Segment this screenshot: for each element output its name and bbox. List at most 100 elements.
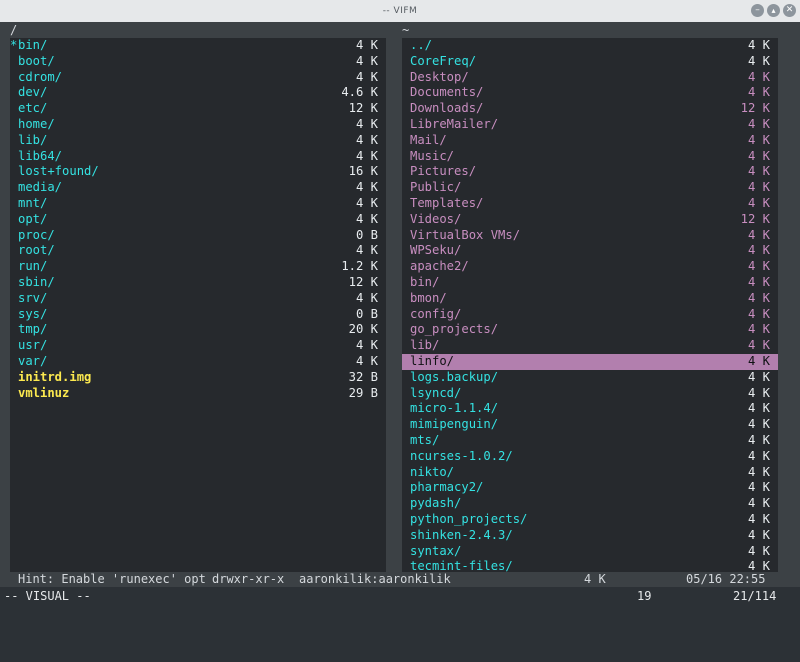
file-name: LibreMailer/ [410,116,499,131]
file-entry[interactable]: Public/4 K [402,180,778,196]
file-entry[interactable]: nikto/4 K [402,465,778,481]
file-entry[interactable]: Music/4 K [402,149,778,165]
file-entry[interactable]: home/4 K [10,117,386,133]
file-size: 4 K [355,148,378,163]
file-entry[interactable]: lsyncd/4 K [402,386,778,402]
file-entry[interactable]: vmlinuz 29 B [10,386,386,402]
file-entry[interactable]: mimipenguin/4 K [402,417,778,433]
file-entry[interactable]: srv/4 K [10,291,386,307]
file-entry[interactable]: VirtualBox VMs/4 K [402,228,778,244]
file-entry[interactable]: usr/4 K [10,338,386,354]
file-entry[interactable]: root/4 K [10,243,386,259]
file-size: 4 K [747,38,770,52]
file-name: nikto/ [410,464,455,479]
file-size: 4 K [747,401,770,416]
file-entry[interactable]: Templates/4 K [402,196,778,212]
file-size: 4 K [747,496,770,511]
file-entry[interactable]: LibreMailer/4 K [402,117,778,133]
left-file-pane[interactable]: * bin/4 Kboot/4 Kcdrom/4 Kdev/4.6 Ketc/12… [10,38,386,572]
file-entry[interactable]: run/1.2 K [10,259,386,275]
file-entry[interactable]: cdrom/4 K [10,70,386,86]
file-entry[interactable]: media/4 K [10,180,386,196]
file-entry[interactable]: tecmint-files/4 K [402,559,778,572]
file-name: pydash/ [410,496,462,511]
file-entry[interactable]: Documents/4 K [402,85,778,101]
file-entry[interactable]: python_projects/4 K [402,512,778,528]
file-size: 4 K [747,559,770,572]
file-name: micro-1.1.4/ [410,401,499,416]
file-name: tmp/ [18,322,48,337]
file-entry[interactable]: pharmacy2/4 K [402,480,778,496]
file-entry[interactable]: Mail/4 K [402,133,778,149]
file-entry[interactable]: bin/4 K [402,275,778,291]
close-icon[interactable]: ✕ [783,4,796,17]
file-size: 12 K [740,211,770,226]
file-entry[interactable]: pydash/4 K [402,496,778,512]
file-entry[interactable]: etc/12 K [10,101,386,117]
file-size: 4 K [747,385,770,400]
file-name: Pictures/ [410,164,477,179]
file-entry[interactable]: syntax/4 K [402,544,778,560]
file-entry[interactable]: var/4 K [10,354,386,370]
file-name: Mail/ [410,132,447,147]
file-entry[interactable]: ../ 4 K [402,38,778,54]
minimize-icon[interactable]: – [751,4,764,17]
file-entry[interactable]: bmon/4 K [402,291,778,307]
file-entry[interactable]: WPSeku/4 K [402,243,778,259]
file-entry[interactable]: sys/0 B [10,307,386,323]
file-entry[interactable]: mnt/4 K [10,196,386,212]
file-name: tecmint-files/ [410,559,513,572]
file-entry[interactable]: initrd.img 32 B [10,370,386,386]
file-entry[interactable]: linfo/4 K [402,353,778,370]
file-entry[interactable]: dev/4.6 K [10,85,386,101]
file-name: sbin/ [18,274,55,289]
file-entry[interactable]: go_projects/4 K [402,322,778,338]
file-name: ncurses-1.0.2/ [410,448,513,463]
file-name: lost+found/ [18,164,99,179]
file-entry[interactable]: Pictures/4 K [402,164,778,180]
file-entry[interactable]: CoreFreq/4 K [402,54,778,70]
file-entry[interactable]: config/4 K [402,307,778,323]
file-size: 4 K [355,290,378,305]
file-entry[interactable]: ncurses-1.0.2/4 K [402,449,778,465]
file-entry[interactable]: sbin/12 K [10,275,386,291]
file-size: 4 K [747,369,770,384]
file-name: dev/ [18,85,48,100]
cursor-position: 21/114 [733,589,777,603]
file-entry[interactable]: Downloads/12 K [402,101,778,117]
file-name: Public/ [410,180,462,195]
file-entry[interactable]: lib/4 K [10,133,386,149]
file-size: 12 K [740,101,770,116]
file-size: 4 K [747,290,770,305]
file-name: root/ [18,243,55,258]
file-entry[interactable]: apache2/4 K [402,259,778,275]
file-entry[interactable]: mts/4 K [402,433,778,449]
file-entry[interactable]: micro-1.1.4/4 K [402,401,778,417]
file-name: sys/ [18,306,48,321]
file-name: var/ [18,353,48,368]
file-size: 4 K [747,195,770,210]
file-name: proc/ [18,227,55,242]
command-line[interactable]: -- VISUAL -- 19 21/114 [0,587,800,605]
file-entry[interactable]: lost+found/16 K [10,164,386,180]
file-entry[interactable]: proc/0 B [10,228,386,244]
file-entry[interactable]: tmp/20 K [10,322,386,338]
right-file-pane[interactable]: ../4 K CoreFreq/4 K Desktop/4 K Documents/4… [402,38,778,572]
file-size: 4 K [747,180,770,195]
file-entry[interactable]: boot/4 K [10,54,386,70]
file-entry[interactable]: logs.backup/4 K [402,370,778,386]
file-name: config/ [410,306,462,321]
file-entry[interactable]: Desktop/4 K [402,70,778,86]
file-entry[interactable]: lib64/4 K [10,149,386,165]
file-entry[interactable]: Videos/12 K [402,212,778,228]
file-name: usr/ [18,338,48,353]
maximize-icon[interactable]: ▴ [767,4,780,17]
file-name: Documents/ [410,85,484,100]
file-size: 4 K [747,417,770,432]
file-entry[interactable]: * bin/4 K [10,38,386,54]
file-entry[interactable]: opt/4 K [10,212,386,228]
file-name: WPSeku/ [410,243,462,258]
file-entry[interactable]: shinken-2.4.3/4 K [402,528,778,544]
file-name: Templates/ [410,195,484,210]
file-entry[interactable]: lib/4 K [402,338,778,354]
